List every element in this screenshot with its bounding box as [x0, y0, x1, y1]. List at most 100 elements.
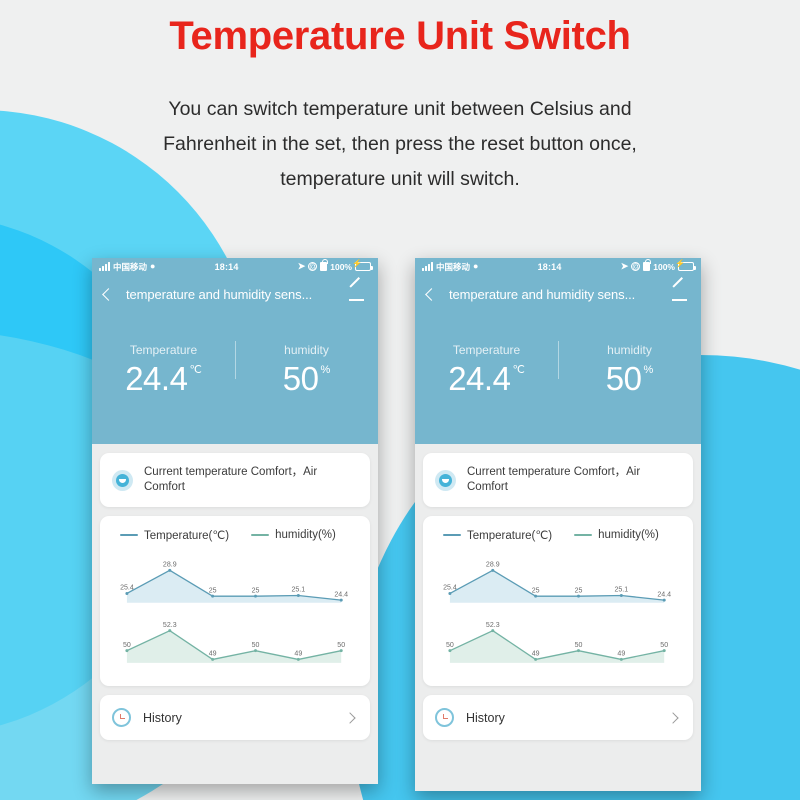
location-arrow-icon: ➤: [620, 261, 629, 271]
chart-point-label: 50: [446, 642, 454, 649]
history-row[interactable]: History: [423, 695, 693, 741]
chart-point: [296, 594, 300, 598]
carrier-label: 中国移动: [113, 261, 148, 272]
carrier-label: 中国移动: [436, 261, 471, 272]
smiley-face-icon: [112, 469, 133, 491]
sensor-readings: Temperature 24.4 ℃ humidity 50%: [415, 313, 701, 444]
chart-point-label: 25: [575, 587, 583, 594]
chart-point-label: 52.3: [163, 622, 177, 629]
clock-icon: [435, 708, 454, 728]
comfort-status-text: Current temperature Comfort，Air Comfort: [144, 466, 318, 493]
comfort-status-text: Current temperature Comfort，Air Comfort: [467, 466, 641, 493]
chart-point-label: 49: [209, 651, 217, 658]
chart-point: [339, 649, 343, 653]
chart-point: [168, 629, 172, 633]
chart-point: [253, 594, 257, 598]
page-subheading: You can switch temperature unit between …: [163, 98, 637, 190]
chart-point: [168, 568, 172, 572]
legend-item-temperature: Temperature(℃): [443, 528, 552, 542]
nav-title: temperature and humidity sens...: [449, 286, 636, 302]
chart-point: [662, 649, 666, 653]
chart-point: [534, 594, 538, 598]
temperature-label: Temperature: [452, 343, 521, 357]
legend-swatch-humidity: [574, 534, 593, 536]
chart-point: [448, 649, 452, 653]
signal-bars-icon: [422, 261, 433, 271]
chart-point-label: 50: [123, 642, 131, 649]
battery-charging-icon: ⚡: [352, 260, 373, 271]
phone-mockup-left: 中国移动 ● 18:14 ➤ @ 100% ⚡ temperature and …: [92, 258, 378, 784]
legend-item-humidity: humidity(%): [574, 529, 659, 541]
legend-label-temperature: Temperature(℃): [144, 530, 230, 542]
chart-point-label: 50: [252, 642, 260, 649]
humidity-reading: humidity 50%: [235, 343, 378, 398]
sensor-trend-chart: 25.4 28.9 25 25 25.1 24.4 50 52.3 49 50 49 50: [120, 562, 348, 663]
page-title: Temperature Unit Switch: [169, 14, 631, 58]
temperature-value: 24.4: [448, 360, 511, 397]
smiley-face-icon: [435, 469, 456, 491]
comfort-status-card[interactable]: Current temperature Comfort，Air Comfort: [423, 453, 693, 507]
chart-point-label: 49: [532, 651, 540, 658]
chart-point: [211, 594, 215, 598]
chart-point: [491, 568, 495, 572]
chart-area-temperature: [449, 570, 665, 603]
humidity-value: 50: [605, 360, 642, 397]
legend-swatch-temperature: [443, 534, 461, 536]
chart-point-label: 52.3: [486, 622, 500, 629]
chart-point: [662, 598, 666, 602]
trend-chart-card: Temperature(℃) humidity(%) 25.4 28.9 25 25 2…: [100, 516, 370, 687]
signal-bars-icon: [99, 261, 110, 271]
temperature-unit: ℃: [189, 364, 202, 376]
chart-point: [125, 649, 129, 653]
chart-area-temperature: [126, 570, 342, 603]
chart-point-label: 25.1: [615, 587, 629, 594]
chart-point-label: 50: [575, 642, 583, 649]
chart-point-label: 25.1: [292, 587, 306, 594]
back-chevron-icon[interactable]: [425, 287, 438, 301]
pencil-edit-icon[interactable]: [348, 277, 366, 303]
chart-point-label: 25: [252, 587, 260, 594]
chart-point-label: 24.4: [657, 591, 671, 598]
history-row[interactable]: History: [100, 695, 370, 741]
clock-icon: [112, 708, 131, 728]
chart-point-label: 25: [532, 587, 540, 594]
chart-point-label: 49: [294, 651, 302, 658]
humidity-unit: %: [643, 364, 654, 376]
status-bar-time: 18:14: [537, 261, 562, 272]
temperature-value: 24.4: [125, 360, 188, 397]
trend-chart-card: Temperature(℃) humidity(%) 25.4 28.9 25 25 2…: [423, 516, 693, 687]
chart-legend: Temperature(℃) humidity(%): [110, 528, 360, 542]
legend-swatch-humidity: [251, 534, 270, 536]
legend-label-temperature: Temperature(℃): [467, 530, 553, 542]
at-circle-icon: @: [631, 262, 641, 271]
chevron-right-icon[interactable]: [344, 712, 356, 724]
status-bar: 中国移动 ● 18:14 ➤ @ 100% ⚡: [92, 258, 378, 275]
chart-point-label: 25.4: [443, 585, 457, 592]
status-bar-time: 18:14: [214, 261, 239, 272]
chart-point: [619, 657, 623, 661]
lock-icon: [320, 259, 328, 271]
nav-title: temperature and humidity sens...: [126, 286, 313, 302]
chart-point-label: 25.4: [120, 585, 134, 592]
pencil-edit-icon[interactable]: [671, 277, 689, 303]
device-top-panel: 中国移动 ● 18:14 ➤ @ 100% ⚡ temperature and …: [415, 258, 701, 444]
temperature-reading: Temperature 24.4 ℃: [92, 343, 235, 398]
chart-point: [576, 594, 580, 598]
legend-swatch-temperature: [120, 534, 138, 536]
chevron-right-icon[interactable]: [667, 712, 679, 724]
chart-point: [448, 591, 452, 595]
chart-point: [619, 594, 623, 598]
chart-point-label: 49: [617, 651, 625, 658]
comfort-status-card[interactable]: Current temperature Comfort，Air Comfort: [100, 453, 370, 507]
chart-point: [339, 598, 343, 602]
temperature-unit: ℃: [512, 364, 525, 376]
app-nav-bar: temperature and humidity sens...: [415, 275, 701, 313]
chart-point: [576, 649, 580, 653]
history-label: History: [466, 710, 505, 725]
legend-item-temperature: Temperature(℃): [120, 528, 229, 542]
sensor-readings: Temperature 24.4 ℃ humidity 50%: [92, 313, 378, 444]
chart-point: [253, 649, 257, 653]
back-chevron-icon[interactable]: [102, 287, 115, 301]
chart-point: [491, 629, 495, 633]
status-bar: 中国移动 ● 18:14 ➤ @ 100% ⚡: [415, 258, 701, 275]
